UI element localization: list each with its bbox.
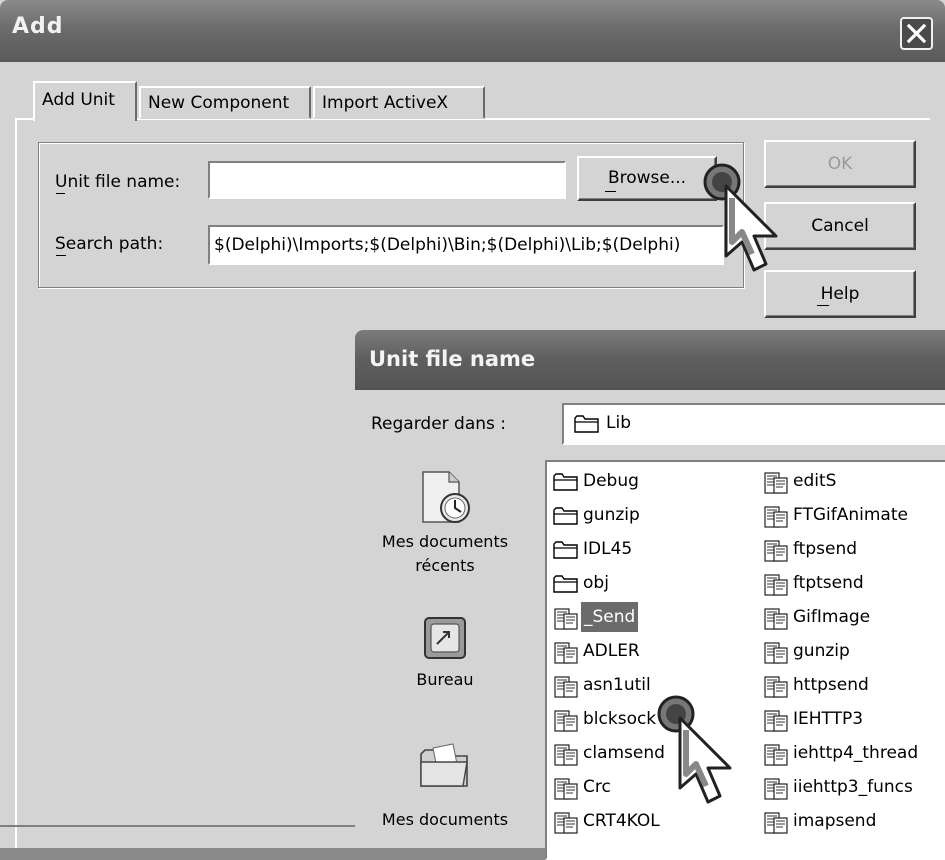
unit-file-icon (554, 812, 578, 834)
panel-edge (0, 825, 355, 827)
look-in-label: Regarder dans : (371, 414, 507, 434)
unit-file-icon (764, 472, 788, 494)
unit-file-icon (764, 778, 788, 800)
accelerator-underline (817, 305, 829, 306)
close-icon (906, 23, 927, 44)
unit-file-icon (554, 676, 578, 698)
add-dialog-titlebar[interactable]: Add (0, 0, 945, 62)
file-item-label: obj (583, 573, 609, 593)
unit-file-icon (764, 710, 788, 732)
unit-file-name-input[interactable] (208, 161, 566, 199)
close-button[interactable] (900, 17, 933, 50)
folder-icon (574, 415, 599, 433)
file-item-label: httpsend (793, 675, 869, 695)
tab-new-component[interactable]: New Component (139, 86, 311, 119)
unit-file-icon (764, 540, 788, 562)
file-item-label: Crc (583, 777, 611, 797)
unit-file-icon (554, 608, 578, 630)
search-path-input[interactable]: $(Delphi)\Imports;$(Delphi)\Bin;$(Delphi… (208, 225, 724, 265)
unit-file-icon (764, 676, 788, 698)
unit-file-icon (764, 642, 788, 664)
unit-file-name-label: Unit file name: (55, 172, 180, 192)
browse-button[interactable]: Browse... (577, 156, 717, 201)
file-item-label: ADLER (583, 641, 640, 661)
place-recent-label: Mes documents récents (381, 532, 509, 575)
file-item-label: gunzip (583, 505, 640, 525)
file-dialog-title: Unit file name (369, 347, 536, 371)
recent-documents-icon (422, 471, 470, 523)
mouse-pointer-icon (703, 163, 778, 272)
file-item-label: _Send (581, 602, 639, 632)
tab-add-unit[interactable]: Add Unit (33, 81, 137, 121)
accelerator-underline (56, 255, 66, 256)
unit-file-icon (554, 744, 578, 766)
unit-file-icon (764, 506, 788, 528)
file-item-label: imapsend (793, 811, 877, 831)
file-item-label: clamsend (583, 743, 665, 763)
accelerator-underline (56, 193, 65, 194)
place-desktop-label: Bureau (416, 670, 474, 689)
unit-file-icon (764, 744, 788, 766)
unit-file-icon (554, 642, 578, 664)
file-list[interactable]: Debug gunzip IDL45 obj _Send ADLER asn1util blc… (545, 460, 945, 860)
desktop-icon (424, 617, 466, 659)
look-in-value: Lib (606, 413, 631, 433)
accelerator-underline (605, 191, 616, 192)
folder-icon (553, 507, 578, 525)
search-path-label: Search path: (55, 234, 164, 254)
file-item-label: ftptsend (793, 573, 864, 593)
unit-file-icon (764, 608, 788, 630)
file-item-label: ftpsend (793, 539, 858, 559)
file-item-label: GifImage (793, 607, 871, 627)
folder-icon (553, 575, 578, 593)
my-documents-icon (420, 743, 468, 787)
file-item-label: IDL45 (583, 539, 633, 559)
add-dialog-title: Add (12, 14, 64, 39)
file-item-label: CRT4KOL (583, 811, 660, 831)
file-item-label: FTGifAnimate (793, 505, 908, 525)
unit-file-icon (764, 574, 788, 596)
unit-file-icon (554, 710, 578, 732)
tab-import-activex[interactable]: Import ActiveX (313, 86, 485, 119)
mouse-pointer-icon (657, 695, 732, 804)
file-item-label: iehttp4_thread (793, 743, 919, 763)
file-item-label: Debug (583, 471, 639, 491)
file-item-label: editS (793, 471, 837, 491)
unit-file-name-label-text: Unit file name: (55, 172, 181, 192)
file-dialog-titlebar[interactable]: Unit file name (355, 330, 945, 390)
unit-file-icon (554, 778, 578, 800)
file-item-label: IEHTTP3 (793, 709, 864, 729)
folder-icon (553, 473, 578, 491)
file-item-label: iiehttp3_funcs (793, 777, 913, 797)
look-in-combo[interactable]: Lib (562, 403, 945, 445)
unit-file-name-dialog: Unit file name Regarder dans : Lib Mes d… (355, 330, 945, 860)
unit-file-icon (764, 812, 788, 834)
place-my-documents-label: Mes documents (381, 810, 509, 829)
file-item-label: asn1util (583, 675, 651, 695)
file-item-label: blcksock (583, 709, 657, 729)
folder-icon (553, 541, 578, 559)
file-item-label: gunzip (793, 641, 850, 661)
